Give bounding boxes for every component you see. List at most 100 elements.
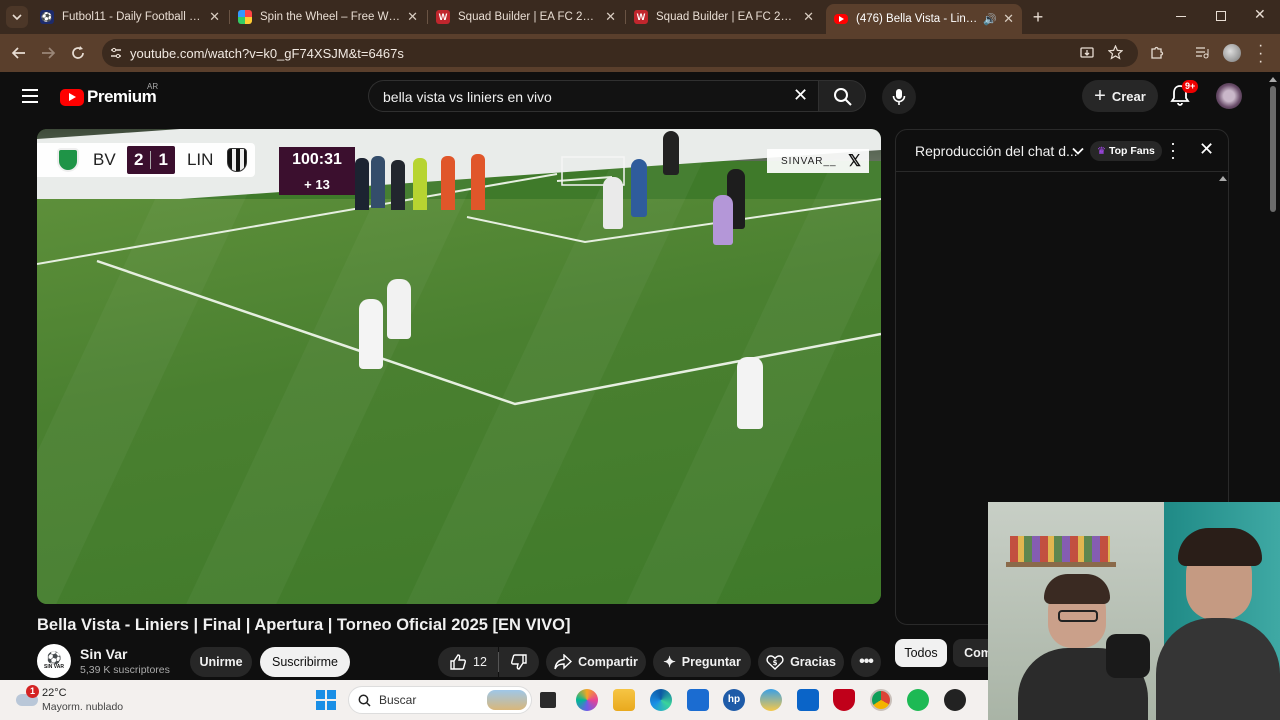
share-button[interactable]: Compartir [546, 647, 646, 677]
notifications-button[interactable]: 9+ [1170, 80, 1199, 108]
close-tab-icon[interactable]: ✕ [209, 9, 220, 25]
tab-title: Spin the Wheel – Free Wheel Spinner [260, 11, 402, 23]
player [359, 299, 383, 369]
browser-tab-futbol11[interactable]: ⚽ Futbol11 - Daily Football Games ✕ [32, 4, 228, 30]
webcam-shelf-items [1010, 536, 1110, 562]
webcam-shelf [1006, 562, 1116, 567]
tab-search-button[interactable] [6, 6, 28, 28]
search-highlight-image [487, 690, 527, 710]
new-tab-button[interactable]: + [1028, 6, 1048, 28]
voice-search-button[interactable] [882, 80, 916, 114]
spotify-icon[interactable] [907, 689, 929, 711]
youtube-play-icon [60, 88, 84, 106]
join-button[interactable]: Unirme [190, 647, 252, 677]
video-player[interactable]: BV 2 1 LIN 100:31 + 13 SINVAR__ 𝕏 [37, 129, 881, 604]
thanks-button[interactable]: $ Gracias [758, 647, 844, 677]
top-fans-badge[interactable]: ♛ Top Fans [1090, 141, 1162, 161]
task-view-icon[interactable] [540, 692, 556, 708]
youtube-logo-text: Premium [87, 87, 157, 106]
subscribe-button[interactable]: Suscribirme [260, 647, 350, 677]
file-explorer-icon[interactable] [613, 689, 635, 711]
search-button[interactable] [818, 80, 866, 112]
windows-start-icon[interactable] [316, 690, 336, 710]
edge-browser-icon[interactable] [650, 689, 672, 711]
more-actions-button[interactable]: ••• [851, 647, 881, 677]
like-button[interactable]: 12 [438, 647, 498, 677]
clear-search-icon[interactable]: ✕ [793, 85, 808, 106]
ask-label: Preguntar [681, 655, 741, 669]
page-scroll-up-icon[interactable] [1269, 76, 1277, 82]
media-controls-icon[interactable] [1195, 45, 1210, 60]
chat-title[interactable]: Reproducción del chat d... [915, 143, 1078, 159]
filter-chip-all[interactable]: Todos [895, 639, 947, 667]
ask-button[interactable]: ✦ Preguntar [653, 647, 751, 677]
speaker-icon[interactable]: 🔊 [983, 13, 997, 26]
tab-title: Squad Builder | EA FC 26 Ultimate Team [458, 11, 599, 23]
address-bar[interactable]: youtube.com/watch?v=k0_gF74XSJM&t=6467s [102, 39, 1138, 67]
soccer-ball-icon: ⚽ [46, 651, 62, 665]
back-arrow-icon[interactable] [11, 45, 27, 61]
chat-options-icon[interactable]: · · · [1170, 134, 1176, 166]
game-app-icon[interactable] [944, 689, 966, 711]
hp-icon[interactable]: hp [723, 689, 745, 711]
url-text: youtube.com/watch?v=k0_gF74XSJM&t=6467s [130, 46, 404, 61]
close-tab-icon[interactable]: ✕ [803, 9, 814, 25]
microsoft-store-icon[interactable] [687, 689, 709, 711]
close-tab-icon[interactable]: ✕ [1003, 11, 1014, 27]
tab-title: (476) Bella Vista - Liniers | Final [856, 13, 979, 25]
close-tab-icon[interactable]: ✕ [407, 9, 418, 25]
join-label: Unirme [199, 655, 243, 669]
outlook-icon[interactable] [797, 689, 819, 711]
spectators [355, 154, 490, 212]
close-window-icon[interactable]: ✕ [1254, 6, 1266, 23]
youtube-logo[interactable]: Premium AR [60, 82, 158, 107]
restore-window-icon[interactable] [1216, 11, 1226, 21]
mcafee-icon[interactable] [833, 689, 855, 711]
create-button[interactable]: + Crear [1082, 80, 1158, 112]
forward-arrow-icon[interactable] [40, 45, 56, 61]
taskbar-search-box[interactable]: Buscar [348, 686, 532, 714]
phone-link-icon[interactable] [760, 689, 782, 711]
player [387, 279, 411, 339]
dislike-button[interactable] [499, 647, 539, 677]
more-horizontal-icon: ••• [859, 653, 874, 670]
browser-tab-youtube-active[interactable]: (476) Bella Vista - Liniers | Final 🔊 ✕ [826, 4, 1022, 34]
minimize-window-icon[interactable] [1176, 16, 1186, 17]
chevron-down-icon[interactable] [1072, 145, 1084, 157]
page-scrollbar-thumb[interactable] [1270, 86, 1276, 212]
browser-tab-squad-builder-2[interactable]: W Squad Builder | EA FC 26 Ultimate Team… [626, 4, 822, 30]
thumbs-down-icon [511, 654, 527, 670]
browser-tab-strip: ⚽ Futbol11 - Daily Football Games ✕ Spin… [0, 0, 1280, 34]
close-tab-icon[interactable]: ✕ [605, 9, 616, 25]
channel-avatar[interactable]: ⚽ SIN VAR [37, 644, 71, 678]
hamburger-menu-icon[interactable] [22, 89, 38, 103]
subscribe-label: Suscribirme [272, 655, 338, 669]
browser-tab-spin-wheel[interactable]: Spin the Wheel – Free Wheel Spinner ✕ [230, 4, 426, 30]
home-team: BV [93, 150, 116, 169]
reload-icon[interactable] [70, 45, 86, 61]
search-icon [358, 694, 371, 707]
browser-tab-squad-builder-1[interactable]: W Squad Builder | EA FC 26 Ultimate Team… [428, 4, 624, 30]
close-chat-icon[interactable]: ✕ [1199, 139, 1214, 160]
match-clock: 100:31 [279, 147, 355, 173]
scroll-up-arrow-icon[interactable] [1218, 174, 1228, 182]
like-count: 12 [473, 655, 487, 669]
score-box: 2 1 [127, 146, 175, 174]
channel-name[interactable]: Sin Var [80, 646, 127, 662]
goalkeeper [713, 195, 733, 245]
search-input[interactable]: bella vista vs liniers en vivo ✕ [368, 80, 818, 112]
profile-avatar[interactable] [1223, 44, 1241, 62]
chevron-down-icon [12, 14, 22, 21]
plus-icon: + [1094, 85, 1106, 107]
weather-widget[interactable]: 1 22°C Mayorm. nublado [14, 684, 154, 716]
copilot-icon[interactable] [576, 689, 598, 711]
account-avatar[interactable] [1216, 83, 1242, 109]
site-info-icon[interactable] [110, 47, 122, 59]
bookmark-star-icon[interactable] [1108, 45, 1123, 60]
taskbar-search-placeholder: Buscar [379, 693, 417, 707]
install-app-icon[interactable] [1080, 46, 1094, 60]
extensions-puzzle-icon[interactable] [1150, 45, 1165, 60]
away-score: 1 [158, 150, 168, 169]
chrome-icon[interactable] [870, 689, 892, 711]
browser-menu-icon[interactable]: · · · [1258, 38, 1263, 70]
